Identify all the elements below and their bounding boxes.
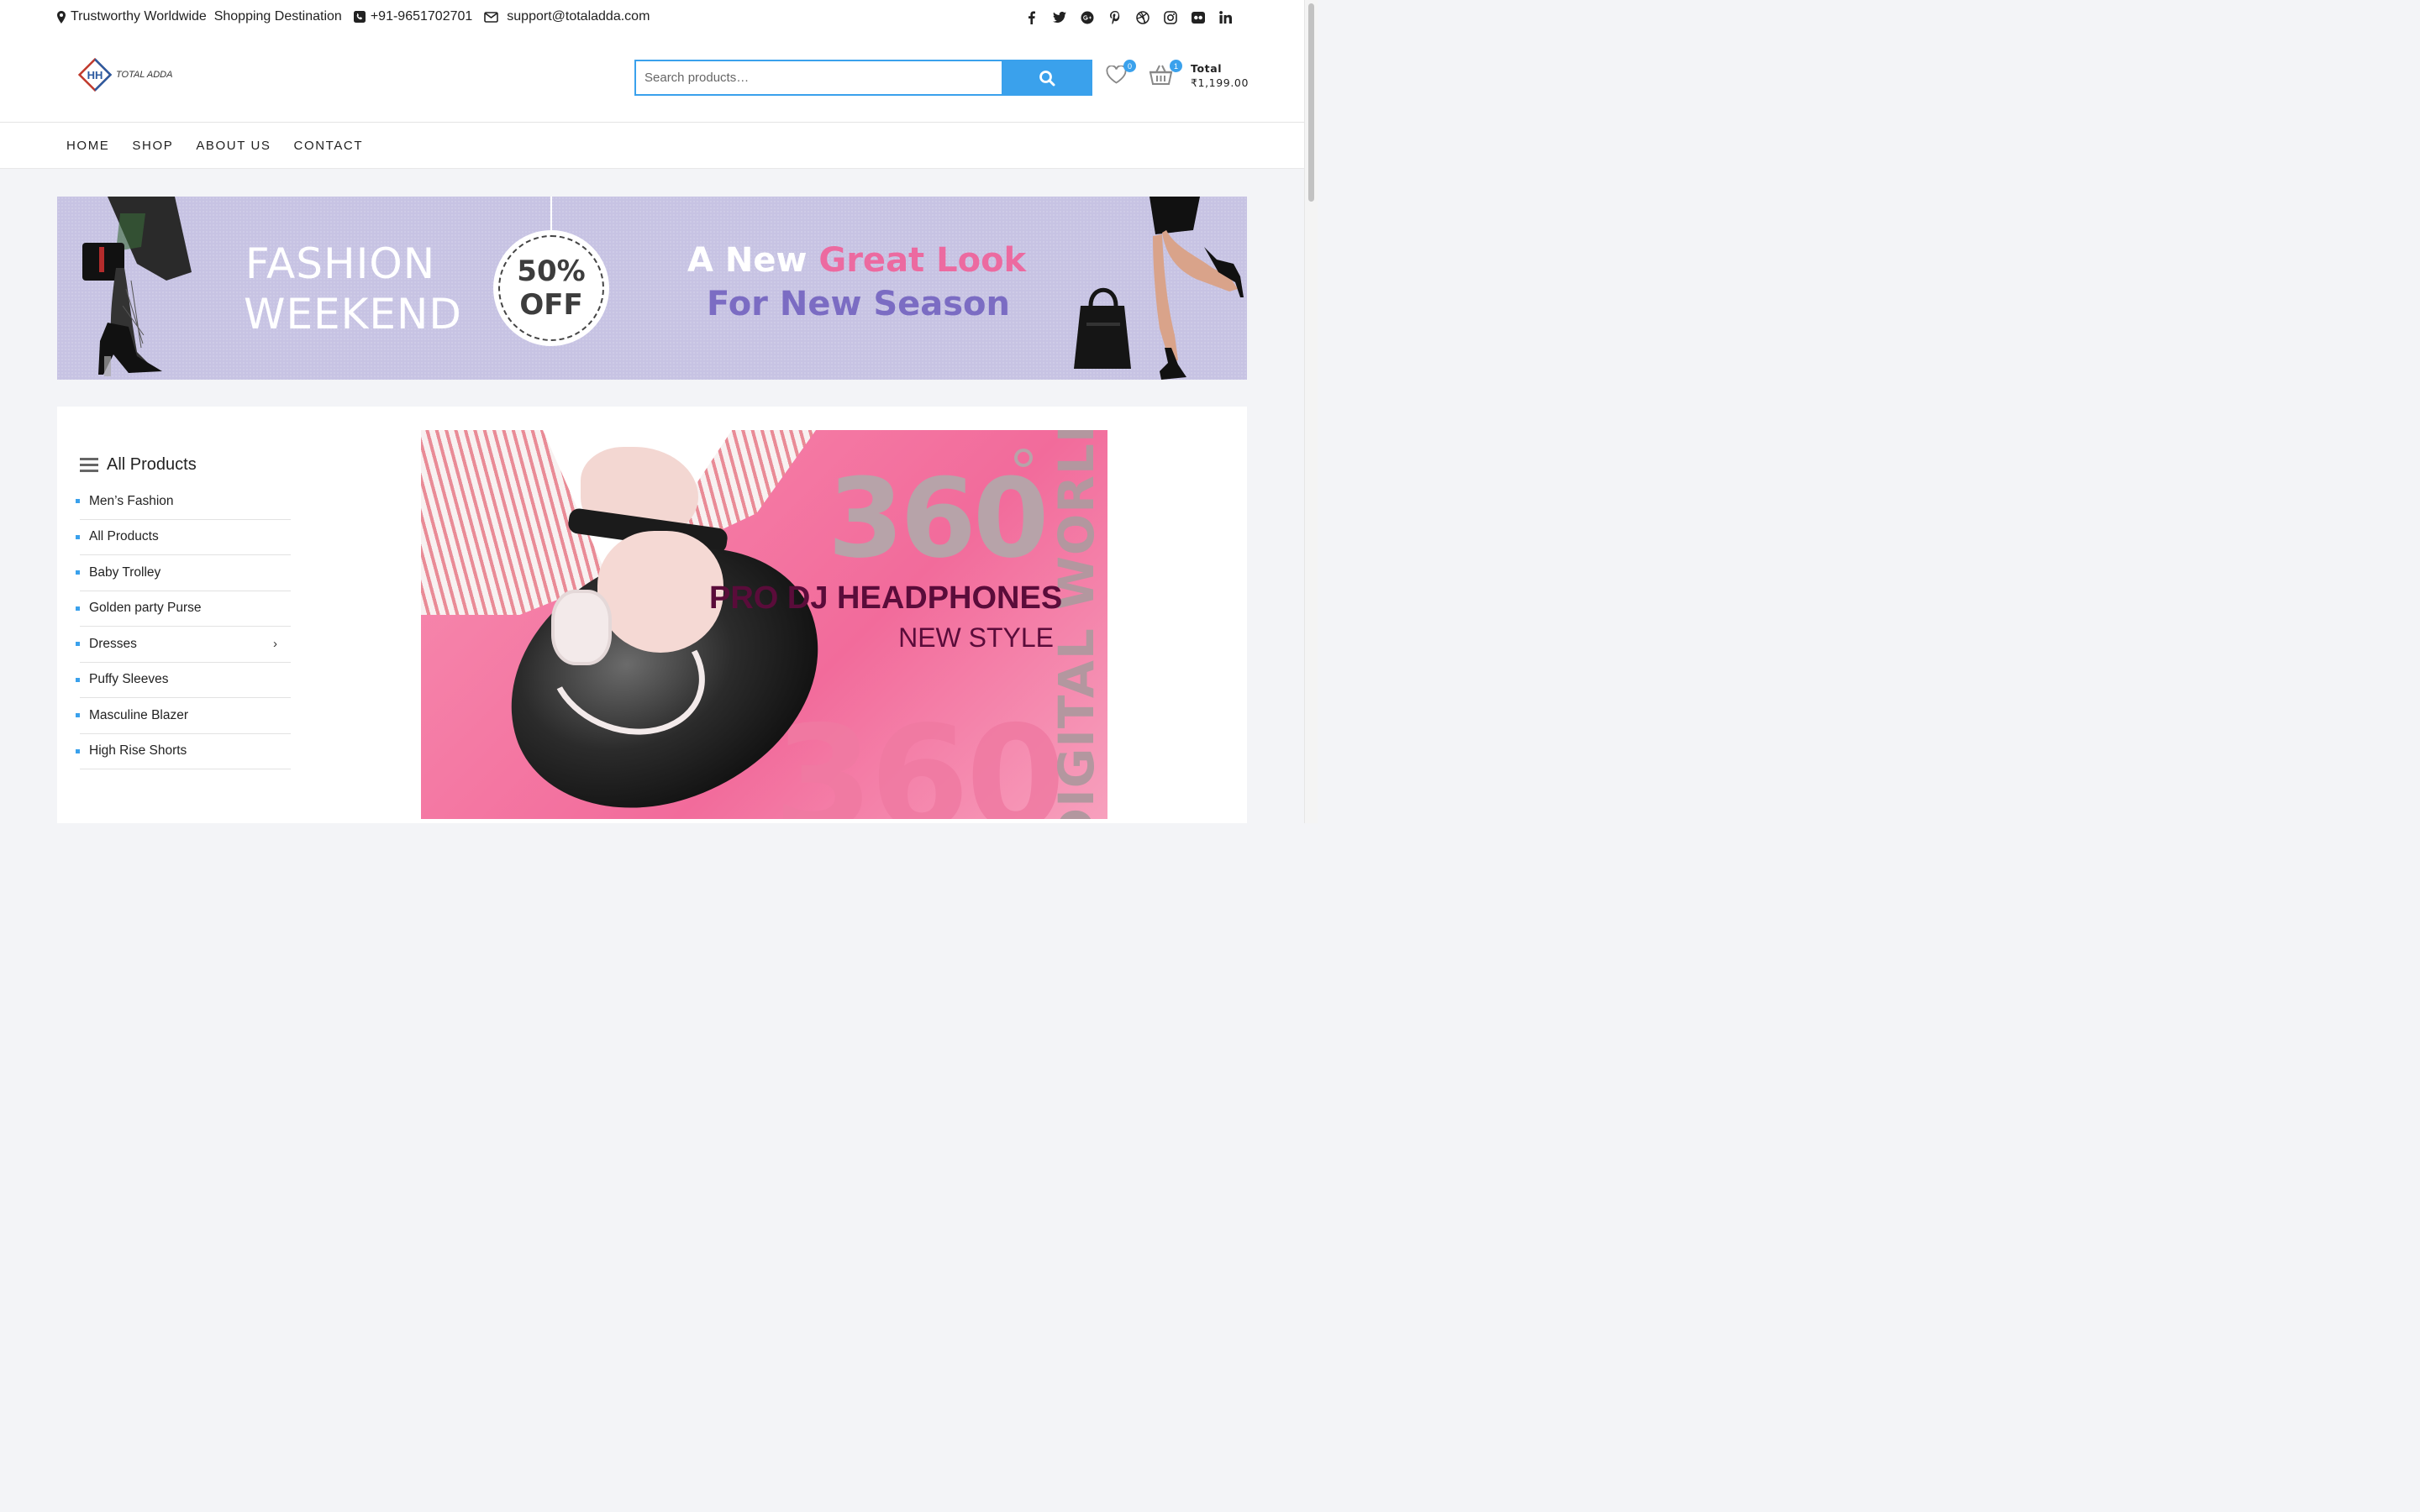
wishlist-button[interactable]: 0 xyxy=(1106,60,1136,88)
model-legs-left-image xyxy=(82,197,192,376)
category-item-all-products[interactable]: All Products xyxy=(76,520,291,555)
main-nav: HOME SHOP ABOUT US CONTACT xyxy=(0,123,1304,169)
search-input[interactable] xyxy=(634,60,1002,96)
bullet-icon xyxy=(76,499,80,504)
banner-line-2: WEEKEND xyxy=(244,290,462,339)
cart-count-badge: 1 xyxy=(1170,60,1182,72)
headline-part-b: Great Look xyxy=(818,241,1027,280)
map-marker-icon xyxy=(57,10,66,24)
phone-item[interactable]: +91-9651702701 xyxy=(353,9,473,24)
fashion-weekend-banner[interactable]: FASHION WEEKEND 50% OFF A New Great Look… xyxy=(57,197,1247,380)
page-scrollbar[interactable] xyxy=(1304,0,1318,823)
nav-menu: HOME SHOP ABOUT US CONTACT xyxy=(66,139,386,153)
bullet-icon xyxy=(76,606,80,611)
tagline-text: Trustworthy Worldwide Shopping Destinati… xyxy=(71,9,342,24)
google-plus-icon[interactable] xyxy=(1079,9,1095,25)
flickr-icon[interactable] xyxy=(1190,9,1206,25)
bullet-icon xyxy=(76,677,80,682)
discount-tag-ring: 50% OFF xyxy=(498,235,604,341)
banner-fashion-weekend: FASHION WEEKEND xyxy=(244,239,462,339)
bullet-icon xyxy=(76,748,80,753)
banner-headline: A New Great Look xyxy=(687,240,1026,281)
hero-subtitle: NEW STYLE xyxy=(898,622,1054,653)
category-item-puffy-sleeves[interactable]: Puffy Sleeves xyxy=(76,663,291,698)
hero-slide-headphones[interactable]: 360 360 DIGITAL WORLD PRO DJ HEADPHONES … xyxy=(421,430,1107,819)
banner-subheadline: For New Season xyxy=(707,285,1011,323)
model-legs-right-image xyxy=(1074,197,1244,380)
nav-item-home[interactable]: HOME xyxy=(66,139,109,153)
contact-info: Trustworthy Worldwide Shopping Destinati… xyxy=(57,9,661,24)
email-text: support@totaladda.com xyxy=(507,9,650,24)
email-item[interactable]: support@totaladda.com xyxy=(484,9,650,24)
category-label: All Products xyxy=(89,529,159,544)
logo-mark-icon: HH xyxy=(77,57,113,92)
nav-item-about-us[interactable]: ABOUT US xyxy=(196,139,271,153)
category-label: Baby Trolley xyxy=(89,564,161,580)
facebook-icon[interactable] xyxy=(1023,9,1039,25)
hero-ghost-number: 360 xyxy=(774,696,1065,819)
headline-part-a: A New xyxy=(687,241,819,280)
category-label: High Rise Shorts xyxy=(89,743,187,759)
linkedin-icon[interactable] xyxy=(1218,9,1234,25)
category-menu-header[interactable]: All Products xyxy=(80,455,197,475)
banner-line-1: FASHION xyxy=(245,239,436,288)
category-item-golden-party-purse[interactable]: Golden party Purse xyxy=(76,591,291,627)
bullet-icon xyxy=(76,713,80,718)
cart-total-label: Total xyxy=(1191,62,1223,75)
site-logo[interactable]: HH TOTAL ADDA xyxy=(77,57,172,92)
hamburger-menu-icon xyxy=(80,458,98,472)
phone-text: +91-9651702701 xyxy=(370,9,473,24)
category-item-masculine-blazer[interactable]: Masculine Blazer xyxy=(76,698,291,734)
cart-total[interactable]: Total ₹1,199.00 xyxy=(1191,61,1249,90)
twitter-icon[interactable] xyxy=(1051,9,1067,25)
chevron-right-icon[interactable]: › xyxy=(273,637,277,651)
bullet-icon xyxy=(76,642,80,647)
logo-text: TOTAL ADDA xyxy=(116,69,173,80)
hero-big-number: 360 xyxy=(828,454,1049,582)
category-label: Dresses xyxy=(89,636,137,651)
tagline-item: Trustworthy Worldwide Shopping Destinati… xyxy=(57,9,342,24)
hero-vertical-text: DIGITAL WORLD xyxy=(1048,430,1105,819)
search-button[interactable] xyxy=(1002,60,1092,96)
discount-off: OFF xyxy=(519,288,583,322)
category-item-baby-trolley[interactable]: Baby Trolley xyxy=(76,555,291,591)
site-header: HH TOTAL ADDA 0 1 Total ₹1,199.00 xyxy=(0,35,1304,123)
cart-total-value: ₹1,199.00 xyxy=(1191,76,1249,89)
logo-name: TOTAL ADDA xyxy=(116,69,173,80)
discount-percent: 50% xyxy=(517,255,586,288)
discount-tag: 50% OFF xyxy=(493,230,609,346)
vertical-text-label: DIGITAL WORLD xyxy=(1048,430,1105,819)
phone-icon xyxy=(353,11,366,23)
category-label: Masculine Blazer xyxy=(89,707,189,722)
hero-title: PRO DJ HEADPHONES xyxy=(709,580,1063,616)
degree-symbol-icon xyxy=(1014,449,1033,467)
social-links xyxy=(1023,9,1234,25)
wishlist-count-badge: 0 xyxy=(1123,60,1136,72)
envelope-icon xyxy=(484,11,499,23)
category-list: Men’s Fashion All Products Baby Trolley … xyxy=(76,484,291,769)
nav-item-shop[interactable]: SHOP xyxy=(132,139,173,153)
scrollbar-thumb[interactable] xyxy=(1308,3,1314,202)
category-item-mens-fashion[interactable]: Men’s Fashion xyxy=(76,484,291,520)
nav-item-contact[interactable]: CONTACT xyxy=(294,139,364,153)
headphones-icon xyxy=(551,590,612,665)
top-bar: Trustworthy Worldwide Shopping Destinati… xyxy=(0,0,1304,35)
pinterest-icon[interactable] xyxy=(1107,9,1123,25)
category-label: Golden party Purse xyxy=(89,601,202,616)
search-form xyxy=(634,60,1092,96)
category-item-dresses[interactable]: Dresses › xyxy=(76,627,291,663)
bullet-icon xyxy=(76,570,80,575)
svg-text:HH: HH xyxy=(87,69,103,81)
category-label: Puffy Sleeves xyxy=(89,672,169,687)
instagram-icon[interactable] xyxy=(1162,9,1178,25)
category-item-high-rise-shorts[interactable]: High Rise Shorts xyxy=(76,734,291,769)
dribbble-icon[interactable] xyxy=(1134,9,1150,25)
category-label: Men’s Fashion xyxy=(89,493,174,508)
tag-string xyxy=(550,197,552,230)
cart-button[interactable]: 1 xyxy=(1149,60,1182,90)
category-menu-title: All Products xyxy=(107,455,197,474)
search-icon xyxy=(1039,70,1055,86)
bullet-icon xyxy=(76,534,80,539)
main-content-panel: All Products Men’s Fashion All Products … xyxy=(57,407,1247,823)
